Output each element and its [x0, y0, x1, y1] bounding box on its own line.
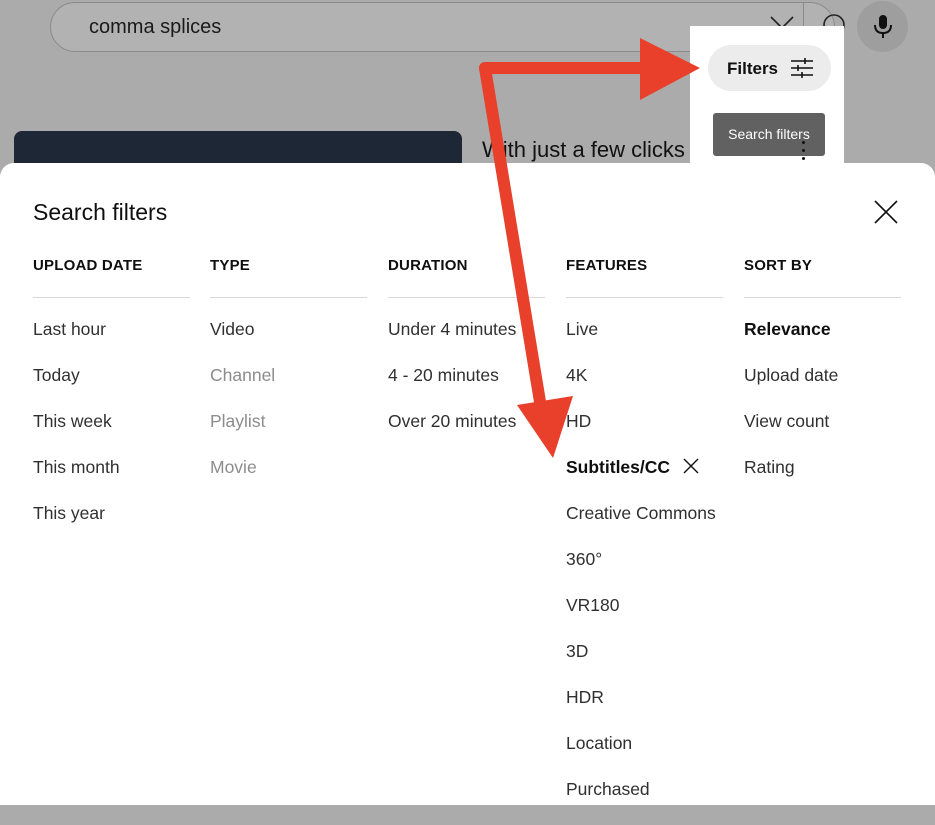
close-button[interactable]: [870, 196, 902, 228]
filter-option-this-year[interactable]: This year: [33, 503, 190, 549]
filter-option-vr180[interactable]: VR180: [566, 595, 723, 641]
filter-option-video[interactable]: Video: [210, 319, 367, 365]
column-upload-date: UPLOAD DATE Last hour Today This week Th…: [33, 257, 190, 549]
search-query: comma splices: [89, 16, 222, 38]
filters-button-label: Filters: [727, 59, 779, 78]
divider: [744, 297, 901, 298]
filter-option-under-4-minutes[interactable]: Under 4 minutes: [388, 319, 545, 365]
column-header: SORT BY: [744, 257, 813, 274]
filter-option-360[interactable]: 360°: [566, 549, 723, 595]
filter-option-over-20-minutes[interactable]: Over 20 minutes: [388, 411, 545, 457]
filter-option-4-20-minutes[interactable]: 4 - 20 minutes: [388, 365, 545, 411]
sort-option-upload-date[interactable]: Upload date: [744, 365, 901, 411]
filter-option-creative-commons[interactable]: Creative Commons: [566, 503, 723, 549]
column-sort-by: SORT BY Relevance Upload date View count…: [744, 257, 901, 503]
filter-option-channel: Channel: [210, 365, 276, 385]
sort-option-rating[interactable]: Rating: [744, 457, 901, 503]
filter-option-playlist: Playlist: [210, 411, 266, 431]
remove-filter-icon[interactable]: [682, 457, 700, 475]
column-header: DURATION: [388, 257, 468, 274]
voice-search-button[interactable]: [857, 1, 908, 52]
filter-option-last-hour[interactable]: Last hour: [33, 319, 190, 365]
microphone-icon: [874, 15, 892, 38]
filter-option-today[interactable]: Today: [33, 365, 190, 411]
filter-option-live[interactable]: Live: [566, 319, 723, 365]
column-header: TYPE: [210, 257, 250, 274]
filter-option-this-month[interactable]: This month: [33, 457, 190, 503]
more-options-icon[interactable]: [802, 141, 806, 165]
search-filters-dialog: Search filters UPLOAD DATE Last hour Tod…: [0, 163, 935, 805]
filters-button[interactable]: Filters: [708, 45, 831, 91]
filter-option-3d[interactable]: 3D: [566, 641, 723, 687]
divider: [33, 297, 190, 298]
close-icon: [874, 200, 898, 224]
column-duration: DURATION Under 4 minutes 4 - 20 minutes …: [388, 257, 545, 457]
column-header: FEATURES: [566, 257, 648, 274]
divider: [566, 297, 723, 298]
column-type: TYPE Video Channel Playlist Movie: [210, 257, 367, 503]
search-filters-tooltip: Search filters: [713, 113, 825, 156]
divider: [388, 297, 545, 298]
filter-option-movie: Movie: [210, 457, 257, 477]
column-features: FEATURES Live 4K HD Subtitles/CC Creativ…: [566, 257, 723, 825]
filter-option-label: Subtitles/CC: [566, 457, 671, 477]
divider: [210, 297, 367, 298]
filter-option-hd[interactable]: HD: [566, 411, 723, 457]
filter-option-purchased[interactable]: Purchased: [566, 779, 723, 825]
filter-option-this-week[interactable]: This week: [33, 411, 190, 457]
filter-option-location[interactable]: Location: [566, 733, 723, 779]
sort-option-view-count[interactable]: View count: [744, 411, 901, 457]
column-header: UPLOAD DATE: [33, 257, 143, 274]
filter-sliders-icon: [791, 58, 813, 78]
filter-option-4k[interactable]: 4K: [566, 365, 723, 411]
sort-option-relevance[interactable]: Relevance: [744, 319, 901, 365]
filter-option-hdr[interactable]: HDR: [566, 687, 723, 733]
filter-option-subtitles-cc[interactable]: Subtitles/CC: [566, 457, 723, 503]
dialog-title: Search filters: [33, 199, 168, 225]
